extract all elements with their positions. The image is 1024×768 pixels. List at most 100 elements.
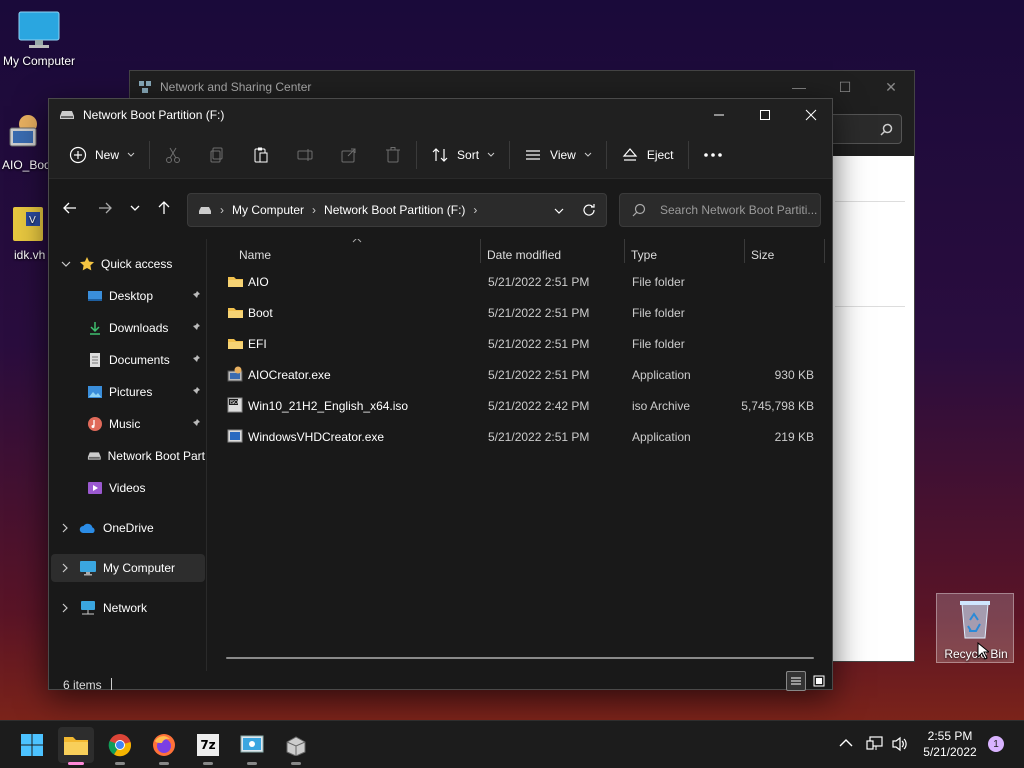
forward-button[interactable] bbox=[90, 193, 120, 223]
recent-locations-button[interactable] bbox=[120, 193, 150, 223]
file-row-windowsvhdcreator[interactable]: WindowsVHDCreator.exe 5/21/2022 2:51 PM … bbox=[208, 422, 828, 453]
svg-text:ISO: ISO bbox=[230, 400, 239, 406]
pin-icon bbox=[192, 323, 200, 331]
nav-quick-access[interactable]: Quick access bbox=[51, 250, 205, 278]
address-bar[interactable]: › My Computer › Network Boot Partition (… bbox=[187, 193, 607, 227]
pin-icon bbox=[192, 387, 200, 395]
back-button[interactable] bbox=[55, 193, 85, 223]
column-separator[interactable] bbox=[824, 239, 825, 263]
nav-item-downloads[interactable]: Downloads bbox=[51, 314, 205, 342]
paste-button[interactable] bbox=[244, 139, 278, 171]
folder-icon bbox=[228, 308, 243, 318]
text-cursor bbox=[111, 678, 112, 690]
command-bar: New Sort View Eject bbox=[49, 131, 832, 179]
drive-icon bbox=[87, 452, 101, 460]
item-count: 6 items bbox=[63, 678, 102, 692]
search-input[interactable]: Search Network Boot Partiti... bbox=[619, 193, 821, 227]
nav-item-desktop[interactable]: Desktop bbox=[51, 282, 205, 310]
clock[interactable]: 2:55 PM 5/21/2022 bbox=[918, 728, 982, 760]
horizontal-scrollbar[interactable] bbox=[226, 657, 814, 659]
file-row-efi[interactable]: EFI 5/21/2022 2:51 PM File folder bbox=[208, 329, 828, 360]
notification-badge[interactable]: 1 bbox=[988, 736, 1004, 752]
running-indicator bbox=[247, 762, 257, 765]
copy-button[interactable] bbox=[200, 139, 234, 171]
column-header-type[interactable]: Type bbox=[631, 243, 657, 267]
chevron-down-icon bbox=[127, 152, 135, 157]
control-panel-icon bbox=[240, 735, 264, 753]
show-hidden-icons-button[interactable] bbox=[838, 737, 854, 751]
rename-button[interactable] bbox=[288, 139, 322, 171]
column-separator[interactable] bbox=[744, 239, 745, 263]
chevron-right-icon: › bbox=[312, 203, 317, 217]
desktop-icon-recycle-bin[interactable]: Recycle Bin bbox=[936, 593, 1014, 663]
column-header-date[interactable]: Date modified bbox=[487, 243, 561, 267]
nav-onedrive[interactable]: OneDrive bbox=[51, 514, 205, 542]
nav-item-documents[interactable]: Documents bbox=[51, 346, 205, 374]
tiles-view-button[interactable] bbox=[809, 671, 829, 691]
file-explorer-window[interactable]: Network Boot Partition (F:) New Sort Vie… bbox=[48, 98, 833, 692]
chevron-right-icon: › bbox=[220, 203, 224, 217]
eject-button[interactable]: Eject bbox=[613, 139, 682, 171]
maximize-button[interactable] bbox=[742, 99, 788, 131]
column-separator[interactable] bbox=[480, 239, 481, 263]
chevron-down-icon bbox=[554, 208, 564, 214]
nav-item-videos[interactable]: Videos bbox=[51, 474, 205, 502]
minimize-icon bbox=[714, 114, 724, 116]
start-button[interactable] bbox=[14, 727, 50, 763]
up-button[interactable] bbox=[149, 193, 179, 223]
breadcrumb-item[interactable]: Network Boot Partition (F:) bbox=[324, 203, 465, 217]
chrome-icon bbox=[108, 734, 132, 757]
cut-button[interactable] bbox=[156, 139, 190, 171]
taskbar-7zip[interactable]: 7z bbox=[190, 727, 226, 765]
nav-network[interactable]: Network bbox=[51, 594, 205, 622]
nav-item-music[interactable]: Music bbox=[51, 410, 205, 438]
column-header-name[interactable]: Name bbox=[239, 243, 271, 267]
file-row-boot[interactable]: Boot 5/21/2022 2:51 PM File folder bbox=[208, 298, 828, 329]
taskbar-file-explorer[interactable] bbox=[58, 727, 94, 765]
address-dropdown-button[interactable] bbox=[554, 204, 564, 218]
file-row-win10-iso[interactable]: ISO Win10_21H2_English_x64.iso 5/21/2022… bbox=[208, 391, 828, 422]
chevron-right-icon bbox=[62, 523, 68, 533]
breadcrumb-item[interactable]: My Computer bbox=[232, 203, 304, 217]
more-options-button[interactable] bbox=[695, 139, 731, 171]
taskbar-installer[interactable] bbox=[278, 727, 314, 765]
explorer-titlebar[interactable]: Network Boot Partition (F:) bbox=[49, 99, 832, 131]
nav-item-pictures[interactable]: Pictures bbox=[51, 378, 205, 406]
desktop-icon-my-computer[interactable]: My Computer bbox=[1, 10, 77, 68]
refresh-button[interactable] bbox=[582, 203, 596, 220]
document-icon bbox=[90, 353, 100, 367]
separator bbox=[149, 140, 151, 169]
network-tray-button[interactable] bbox=[866, 736, 884, 755]
taskbar-chrome[interactable] bbox=[102, 727, 138, 765]
mouse-cursor-icon bbox=[977, 642, 989, 660]
folder-icon bbox=[64, 737, 88, 755]
file-row-aio[interactable]: AIO 5/21/2022 2:51 PM File folder bbox=[208, 267, 828, 298]
iso-icon: ISO bbox=[227, 397, 243, 413]
running-indicator bbox=[291, 762, 301, 765]
pin-icon bbox=[192, 355, 200, 363]
nav-my-computer[interactable]: My Computer bbox=[51, 554, 205, 582]
column-separator[interactable] bbox=[624, 239, 625, 263]
close-button[interactable] bbox=[788, 99, 834, 131]
app-icon bbox=[227, 429, 243, 443]
view-button[interactable]: View bbox=[516, 139, 600, 171]
chevron-down-icon bbox=[130, 205, 140, 211]
active-indicator bbox=[68, 762, 84, 765]
column-header-size[interactable]: Size bbox=[751, 243, 774, 267]
volume-tray-button[interactable] bbox=[891, 736, 909, 755]
minimize-button[interactable] bbox=[696, 99, 742, 131]
chevron-right-icon bbox=[62, 563, 68, 573]
folder-icon bbox=[228, 339, 243, 349]
new-button[interactable]: New bbox=[61, 139, 143, 171]
sort-button[interactable]: Sort bbox=[423, 139, 503, 171]
taskbar-firefox[interactable] bbox=[146, 727, 182, 765]
file-row-aiocreator[interactable]: AIOCreator.exe 5/21/2022 2:51 PM Applica… bbox=[208, 360, 828, 391]
close-button[interactable]: ✕ bbox=[868, 71, 914, 103]
status-bar: 6 items bbox=[49, 671, 832, 692]
taskbar-network-center[interactable] bbox=[234, 727, 270, 765]
delete-button[interactable] bbox=[376, 139, 410, 171]
view-icon bbox=[526, 149, 541, 160]
nav-item-network-boot-partition[interactable]: Network Boot Part bbox=[51, 442, 205, 470]
share-button[interactable] bbox=[332, 139, 366, 171]
details-view-button[interactable] bbox=[786, 671, 806, 691]
